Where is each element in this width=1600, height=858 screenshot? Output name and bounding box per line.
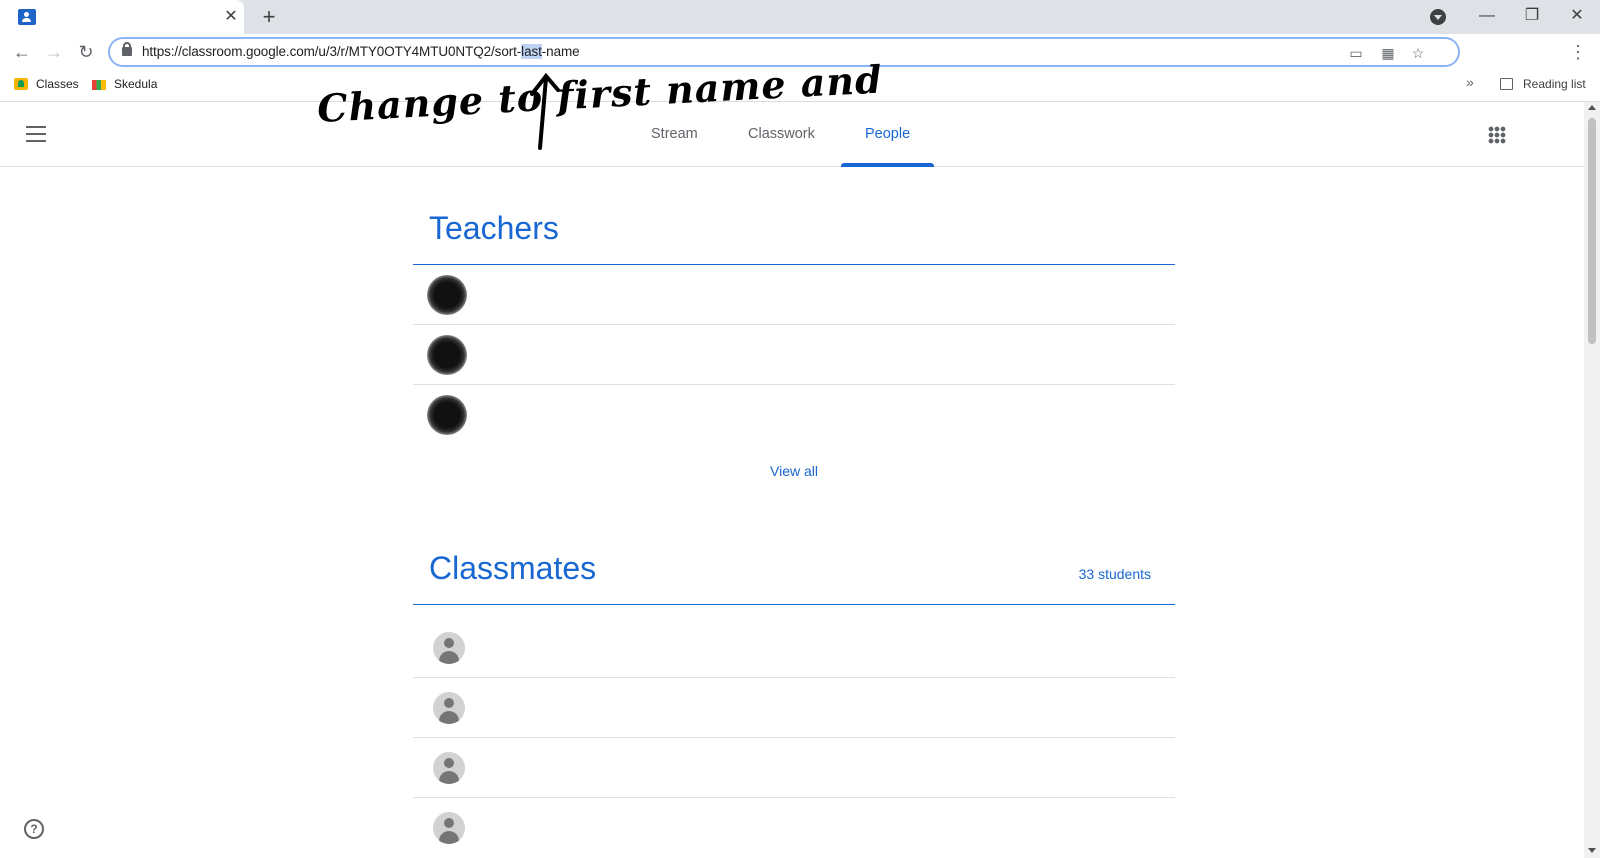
tab-search-icon[interactable] — [1430, 9, 1446, 25]
reading-list-icon — [1500, 78, 1513, 90]
avatar — [433, 692, 465, 724]
scroll-thumb[interactable] — [1588, 118, 1596, 344]
classmates-section: Classmates 33 students — [413, 540, 1175, 858]
teacher-row[interactable] — [413, 265, 1175, 325]
reload-button[interactable]: ↻ — [72, 38, 100, 66]
avatar — [427, 335, 467, 375]
browser-tab-classroom[interactable]: ✕ — [0, 0, 244, 34]
restore-button[interactable]: ❐ — [1517, 4, 1547, 28]
student-row[interactable] — [413, 678, 1175, 738]
cast-icon[interactable]: ▭ — [1346, 43, 1366, 63]
google-classroom-icon — [14, 78, 28, 90]
help-icon[interactable]: ? — [24, 819, 44, 839]
view-all-link[interactable]: View all — [413, 463, 1175, 479]
teachers-heading: Teachers — [429, 210, 559, 246]
url-suffix: -name — [541, 44, 580, 59]
student-row[interactable] — [413, 798, 1175, 858]
url-prefix: https://classroom.google.com/u/3/r/MTY0O… — [142, 44, 522, 59]
annotation-text: Change to first name and click enter — [318, 60, 898, 131]
tab-close-icon[interactable]: ✕ — [220, 6, 242, 28]
active-tab-indicator — [841, 163, 934, 167]
forward-button[interactable]: → — [40, 38, 68, 66]
avatar — [433, 752, 465, 784]
main-menu-icon[interactable] — [26, 126, 46, 142]
bookmark-skedula[interactable]: Skedula — [92, 77, 157, 91]
classmates-heading: Classmates — [429, 550, 597, 586]
avatar — [433, 632, 465, 664]
bookmark-classes[interactable]: Classes — [14, 77, 79, 91]
avatar — [427, 395, 467, 435]
reading-list-button[interactable]: Reading list — [1500, 77, 1586, 91]
minimize-button[interactable]: — — [1472, 4, 1502, 28]
browser-menu-icon[interactable]: ⋮ — [1568, 38, 1588, 66]
scroll-up-icon[interactable] — [1588, 105, 1596, 110]
lock-icon[interactable] — [122, 42, 132, 56]
skedula-icon — [92, 80, 106, 90]
browser-tab-strip: ✕ + — ❐ ✕ — [0, 0, 1600, 34]
reading-list-label: Reading list — [1523, 77, 1586, 91]
bookmarks-overflow-icon[interactable]: » — [1466, 74, 1474, 90]
scroll-down-icon[interactable] — [1588, 848, 1596, 853]
teachers-section: Teachers View all — [413, 200, 1175, 480]
student-row[interactable] — [413, 618, 1175, 678]
bookmark-label: Skedula — [114, 77, 158, 91]
google-apps-icon[interactable] — [1488, 126, 1506, 144]
classmates-divider — [413, 604, 1175, 605]
url-selected-text: last — [521, 44, 542, 59]
avatar — [433, 812, 465, 844]
url-text[interactable]: https://classroom.google.com/u/3/r/MTY0O… — [142, 44, 580, 59]
page-scrollbar[interactable] — [1584, 102, 1600, 858]
student-row[interactable] — [413, 738, 1175, 798]
back-button[interactable]: ← — [8, 38, 36, 66]
qr-code-icon[interactable]: ▦ — [1378, 43, 1398, 63]
new-tab-button[interactable]: + — [256, 4, 282, 30]
classroom-favicon-icon — [18, 9, 36, 25]
close-window-button[interactable]: ✕ — [1562, 4, 1592, 28]
teacher-row[interactable] — [413, 385, 1175, 445]
bookmark-label: Classes — [36, 77, 79, 91]
teacher-row[interactable] — [413, 325, 1175, 385]
bookmark-star-icon[interactable]: ☆ — [1408, 43, 1428, 63]
student-count: 33 students — [1078, 566, 1151, 582]
avatar — [427, 275, 467, 315]
handwritten-annotation: Change to first name and click enter — [318, 60, 898, 150]
